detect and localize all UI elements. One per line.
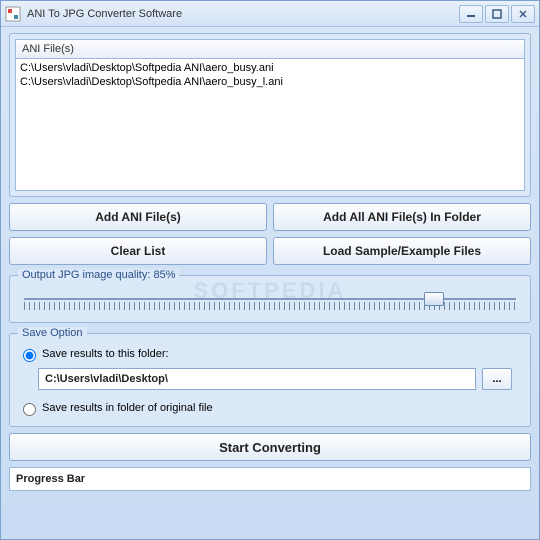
radio-save-original-label: Save results in folder of original file (42, 402, 213, 414)
start-converting-button[interactable]: Start Converting (9, 433, 531, 461)
quality-slider[interactable] (24, 292, 516, 312)
content-area: ANI File(s) C:\Users\vladi\Desktop\Softp… (1, 27, 539, 539)
file-list-panel: ANI File(s) C:\Users\vladi\Desktop\Softp… (9, 33, 531, 197)
quality-slider-thumb[interactable] (424, 292, 444, 306)
clear-list-button[interactable]: Clear List (9, 237, 267, 265)
browse-button[interactable]: ... (482, 368, 512, 390)
list-item[interactable]: C:\Users\vladi\Desktop\Softpedia ANI\aer… (20, 61, 520, 75)
radio-save-original-row: Save results in folder of original file (18, 400, 522, 416)
progress-bar-panel: Progress Bar (9, 467, 531, 491)
app-window: ANI To JPG Converter Software ANI File(s… (0, 0, 540, 540)
load-sample-button[interactable]: Load Sample/Example Files (273, 237, 531, 265)
progress-bar-label: Progress Bar (16, 473, 85, 485)
save-option-legend: Save Option (18, 327, 87, 339)
quality-slider-wrap (18, 284, 522, 316)
maximize-button[interactable] (485, 5, 509, 23)
add-files-button[interactable]: Add ANI File(s) (9, 203, 267, 231)
button-row-2: Clear List Load Sample/Example Files (9, 237, 531, 265)
close-button[interactable] (511, 5, 535, 23)
radio-save-to-folder-row: Save results to this folder: (18, 346, 522, 362)
output-folder-input[interactable] (38, 368, 476, 390)
save-option-fieldset: Save Option Save results to this folder:… (9, 333, 531, 427)
titlebar: ANI To JPG Converter Software (1, 1, 539, 27)
list-item[interactable]: C:\Users\vladi\Desktop\Softpedia ANI\aer… (20, 75, 520, 89)
quality-fieldset: Output JPG image quality: 85% (9, 275, 531, 323)
file-listbox[interactable]: C:\Users\vladi\Desktop\Softpedia ANI\aer… (15, 59, 525, 191)
app-icon (5, 6, 21, 22)
radio-save-to-folder[interactable] (23, 349, 36, 362)
button-row-1: Add ANI File(s) Add All ANI File(s) In F… (9, 203, 531, 231)
window-title: ANI To JPG Converter Software (27, 8, 457, 20)
add-folder-button[interactable]: Add All ANI File(s) In Folder (273, 203, 531, 231)
minimize-button[interactable] (459, 5, 483, 23)
path-row: ... (38, 368, 512, 390)
radio-save-original[interactable] (23, 403, 36, 416)
file-list-header: ANI File(s) (15, 39, 525, 59)
quality-legend: Output JPG image quality: 85% (18, 269, 179, 281)
radio-save-to-folder-label: Save results to this folder: (42, 348, 169, 360)
